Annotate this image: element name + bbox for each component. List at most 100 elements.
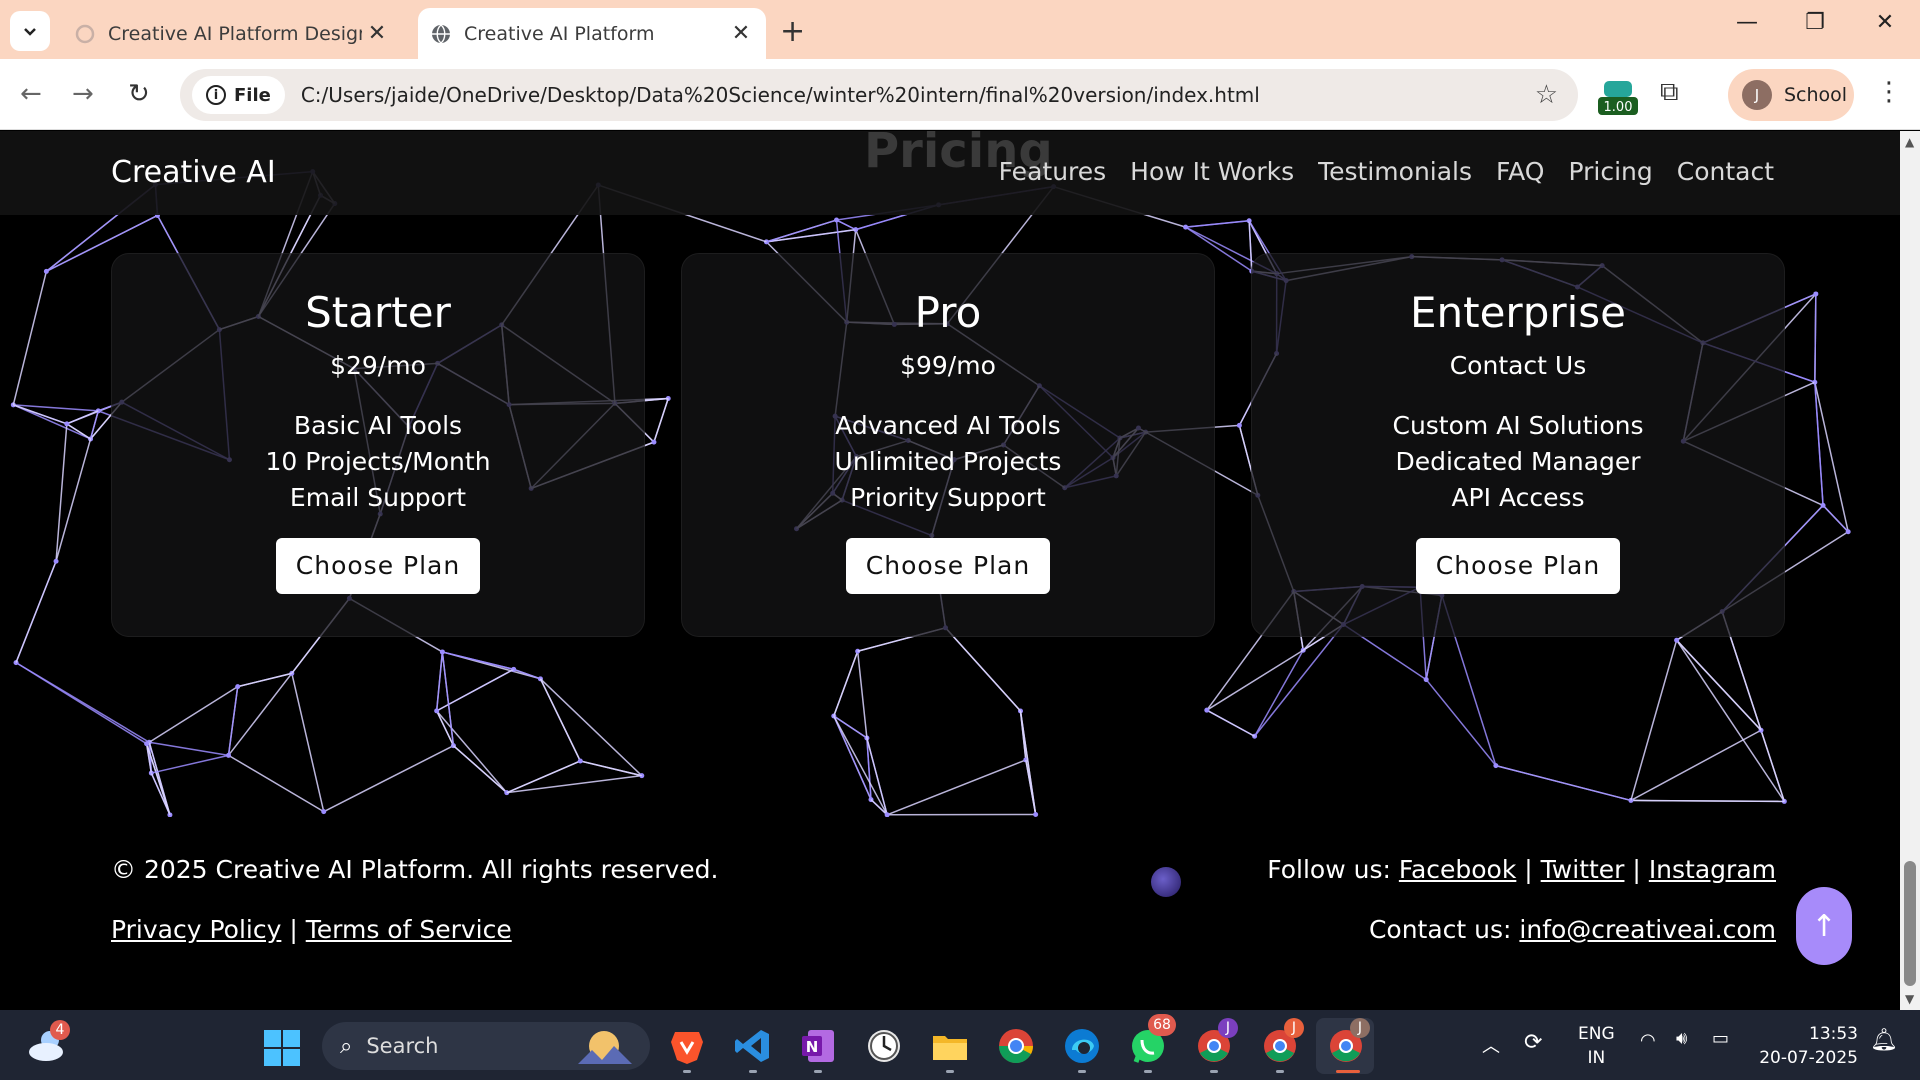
- plan-features: Basic AI Tools 10 Projects/Month Email S…: [112, 408, 644, 516]
- profile-button[interactable]: J School: [1728, 69, 1854, 121]
- sync-icon[interactable]: ⟳: [1524, 1030, 1542, 1055]
- minimize-button[interactable]: —: [1722, 10, 1772, 35]
- link-separator: |: [1632, 855, 1641, 884]
- choose-plan-button-starter[interactable]: Choose Plan: [276, 538, 480, 594]
- nav-link-pricing[interactable]: Pricing: [1568, 157, 1652, 186]
- reload-icon[interactable]: ↻: [128, 79, 150, 109]
- email-link[interactable]: info@creativeai.com: [1519, 915, 1776, 944]
- back-to-top-button[interactable]: ↑: [1796, 887, 1852, 965]
- notification-bell-icon[interactable]: 🔔︎: [1870, 1028, 1898, 1053]
- language-indicator[interactable]: ENG IN: [1578, 1022, 1615, 1070]
- new-tab-button[interactable]: +: [780, 14, 805, 49]
- plan-feature: Basic AI Tools: [293, 411, 463, 440]
- network-node: [1236, 422, 1242, 428]
- chevron-up-icon[interactable]: ︿: [1482, 1032, 1500, 1058]
- facebook-link[interactable]: Facebook: [1399, 855, 1516, 884]
- terms-of-service-link[interactable]: Terms of Service: [306, 915, 512, 944]
- tab-platform-design[interactable]: Creative AI Platform Design - G ✕: [62, 8, 402, 59]
- scrollbar-thumb[interactable]: [1904, 861, 1916, 986]
- network-line: [1019, 710, 1037, 815]
- extensions-puzzle-icon[interactable]: ⧉: [1660, 77, 1679, 108]
- plan-feature: API Access: [1451, 483, 1585, 512]
- search-highlight-icon: [578, 1031, 632, 1064]
- network-line: [452, 745, 508, 794]
- network-line: [15, 560, 57, 663]
- pricing-card-starter: Starter $29/mo Basic AI Tools 10 Project…: [111, 253, 645, 637]
- follow-label: Follow us:: [1267, 855, 1391, 884]
- site-logo[interactable]: Creative AI: [111, 155, 276, 190]
- pricing-card-pro: Pro $99/mo Advanced AI Tools Unlimited P…: [681, 253, 1215, 637]
- twitter-link[interactable]: Twitter: [1541, 855, 1625, 884]
- close-icon[interactable]: ✕: [726, 21, 756, 46]
- windows-start-icon[interactable]: [264, 1030, 300, 1066]
- plan-feature: Email Support: [289, 483, 467, 512]
- nav-link-how-it-works[interactable]: How It Works: [1130, 157, 1294, 186]
- site-info-chip[interactable]: i File: [192, 76, 285, 114]
- more-menu-icon[interactable]: ⋮: [1876, 77, 1902, 107]
- network-line: [653, 398, 669, 443]
- network-line: [1675, 639, 1785, 802]
- chrome-profile-badge: J: [1350, 1018, 1370, 1038]
- bookmark-star-icon[interactable]: ☆: [1535, 80, 1558, 110]
- instagram-link[interactable]: Instagram: [1649, 855, 1776, 884]
- wifi-icon[interactable]: ◠: [1640, 1030, 1656, 1051]
- running-indicator: [1144, 1070, 1152, 1073]
- scroll-down-arrow-icon[interactable]: ▼: [1905, 992, 1914, 1006]
- network-node: [651, 439, 657, 445]
- network-line: [151, 754, 229, 774]
- extension-meter-icon[interactable]: 1.00: [1598, 79, 1638, 117]
- network-line: [1814, 293, 1817, 383]
- edge-icon[interactable]: [1062, 1026, 1102, 1066]
- nav-link-features[interactable]: Features: [999, 157, 1107, 186]
- battery-icon[interactable]: ▭: [1712, 1028, 1729, 1049]
- site-navbar: Pricing Creative AI Features How It Work…: [0, 131, 1900, 215]
- choose-plan-button-enterprise[interactable]: Choose Plan: [1416, 538, 1620, 594]
- forward-arrow-icon[interactable]: →: [72, 79, 94, 109]
- tab-creative-ai-platform[interactable]: Creative AI Platform ✕: [418, 8, 766, 59]
- plan-price: Contact Us: [1449, 351, 1587, 380]
- brave-browser-icon[interactable]: [667, 1026, 707, 1066]
- network-node: [144, 741, 150, 747]
- choose-plan-button-pro[interactable]: Choose Plan: [846, 538, 1050, 594]
- running-indicator: [683, 1070, 691, 1073]
- plan-feature: 10 Projects/Month: [265, 447, 491, 476]
- privacy-policy-link[interactable]: Privacy Policy: [111, 915, 281, 944]
- restore-button[interactable]: ❐: [1790, 10, 1840, 35]
- globe-icon: [432, 23, 450, 44]
- nav-link-testimonials[interactable]: Testimonials: [1318, 157, 1472, 186]
- close-icon[interactable]: ✕: [362, 21, 392, 46]
- extension-meter-value: 1.00: [1604, 100, 1633, 115]
- tab-title: Creative AI Platform Design - G: [108, 22, 362, 45]
- network-line: [442, 651, 514, 671]
- address-bar[interactable]: i File C:/Users/jaide/OneDrive/Desktop/D…: [180, 69, 1578, 121]
- clock-app-icon[interactable]: [864, 1026, 904, 1066]
- file-explorer-icon[interactable]: [930, 1026, 970, 1066]
- scroll-up-arrow-icon[interactable]: ▲: [1905, 135, 1914, 149]
- clock-date: 20-07-2025: [1759, 1048, 1858, 1068]
- url-text[interactable]: C:/Users/jaide/OneDrive/Desktop/Data%20S…: [301, 83, 1260, 107]
- network-node: [1820, 502, 1826, 508]
- plan-feature: Priority Support: [850, 483, 1046, 512]
- page-scrollbar[interactable]: ▲ ▼: [1900, 131, 1920, 1010]
- vscode-icon[interactable]: [733, 1026, 773, 1066]
- network-line: [1253, 649, 1304, 737]
- system-clock[interactable]: 13:53 20-07-2025: [1758, 1022, 1858, 1070]
- taskbar-search[interactable]: ⌕ Search: [322, 1022, 650, 1070]
- network-line: [1630, 799, 1785, 803]
- volume-icon[interactable]: 🔊︎: [1676, 1028, 1687, 1049]
- back-arrow-icon[interactable]: ←: [20, 79, 42, 109]
- network-line: [435, 651, 444, 711]
- network-line: [539, 678, 643, 777]
- nav-link-contact[interactable]: Contact: [1677, 157, 1774, 186]
- nav-link-faq[interactable]: FAQ: [1496, 157, 1544, 186]
- plan-price: $29/mo: [330, 351, 426, 380]
- tab-search-button[interactable]: [10, 11, 50, 51]
- onenote-icon[interactable]: N: [798, 1026, 838, 1066]
- network-line: [1676, 639, 1762, 731]
- glow-orb: [1151, 867, 1181, 897]
- running-indicator: [749, 1070, 757, 1073]
- chrome-icon[interactable]: [996, 1026, 1036, 1066]
- network-line: [944, 627, 1022, 712]
- running-indicator: [814, 1070, 822, 1073]
- close-window-button[interactable]: ✕: [1860, 10, 1910, 35]
